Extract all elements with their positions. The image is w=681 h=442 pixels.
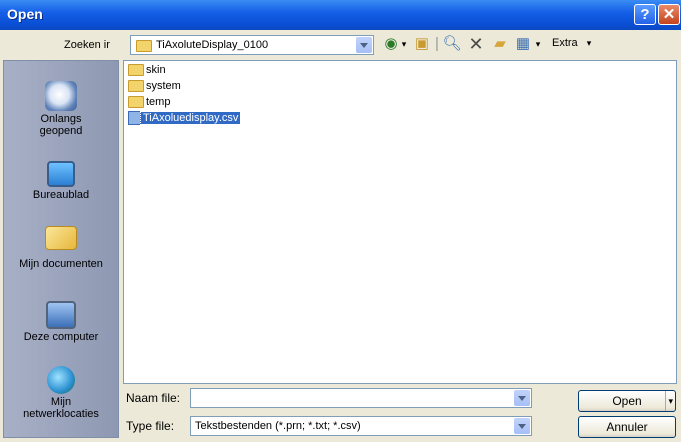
open-label: Open <box>612 394 642 408</box>
place-desktop[interactable]: Bureaublad <box>4 161 118 201</box>
file-name: system <box>146 80 181 92</box>
recent-icon <box>45 81 77 111</box>
place-documents[interactable]: Mijn documenten <box>4 226 118 270</box>
open-button[interactable]: Open ▾ <box>578 390 676 412</box>
delete-icon[interactable]: ✕ <box>466 33 486 55</box>
csv-file-icon <box>128 111 141 126</box>
filename-label: Naam file: <box>126 391 181 405</box>
list-item[interactable]: skin <box>128 63 168 77</box>
up-folder-icon[interactable]: ▣ <box>412 33 432 55</box>
folder-icon <box>128 80 144 93</box>
back-icon[interactable]: ◉ <box>382 33 400 55</box>
list-item[interactable]: system <box>128 79 183 93</box>
filetype-dropdown[interactable]: Tekstbestenden (*.prn; *.txt; *.csv) <box>190 416 532 436</box>
folder-icon <box>128 96 144 109</box>
place-label: Bureaublad <box>32 189 90 201</box>
lookin-dropdown[interactable]: TiAxoluteDisplay_0100 <box>130 35 374 55</box>
window-title: Open <box>7 6 43 22</box>
separator: | <box>435 35 439 52</box>
network-icon <box>47 366 75 394</box>
title-bar[interactable]: Open ? ✕ <box>0 0 681 30</box>
file-name: TiAxoluedisplay.csv <box>139 111 242 125</box>
cancel-button[interactable]: Annuler <box>578 416 676 438</box>
chevron-down-icon[interactable] <box>356 37 372 53</box>
open-dropdown-icon[interactable]: ▾ <box>665 391 673 411</box>
file-list[interactable]: skin system temp TiAxoluedisplay.csv <box>123 60 677 384</box>
folder-icon <box>136 40 152 52</box>
computer-icon <box>46 301 76 329</box>
chevron-down-icon[interactable] <box>514 418 530 434</box>
place-label: Deze computer <box>23 331 99 343</box>
filetype-value: Tekstbestenden (*.prn; *.txt; *.csv) <box>195 420 361 432</box>
place-computer[interactable]: Deze computer <box>4 301 118 343</box>
place-label: Mijn documenten <box>19 258 103 270</box>
place-recent[interactable]: Onlangs geopend <box>4 81 118 137</box>
file-name: temp <box>146 96 171 108</box>
list-item-selected[interactable]: TiAxoluedisplay.csv <box>128 111 242 126</box>
back-dropdown-icon[interactable]: ▾ <box>400 33 408 55</box>
filetype-label: Type file: <box>126 419 175 433</box>
lookin-value: TiAxoluteDisplay_0100 <box>156 39 269 51</box>
views-dropdown-icon[interactable]: ▾ <box>534 33 542 55</box>
help-icon[interactable]: ? <box>634 4 656 25</box>
file-name: skin <box>146 64 166 76</box>
place-label: Mijn netwerklocaties <box>23 396 99 420</box>
filename-input[interactable] <box>190 388 532 408</box>
extra-label: Extra <box>552 37 578 49</box>
lookin-label: Zoeken ir <box>64 39 110 51</box>
views-icon[interactable]: ▦ <box>514 33 532 55</box>
chevron-down-icon[interactable] <box>514 390 530 406</box>
places-bar: Onlangs geopend Bureaublad Mijn document… <box>3 60 119 438</box>
documents-icon <box>45 226 77 250</box>
desktop-icon <box>47 161 75 187</box>
search-web-icon[interactable]: 🔍︎ <box>442 33 462 55</box>
extra-menu[interactable]: Extra ▾ <box>552 37 591 49</box>
folder-icon <box>128 64 144 77</box>
place-network[interactable]: Mijn netwerklocaties <box>4 366 118 420</box>
close-icon[interactable]: ✕ <box>658 4 680 25</box>
extra-dropdown-icon: ▾ <box>586 38 592 48</box>
list-item[interactable]: temp <box>128 95 172 109</box>
place-label: Onlangs geopend <box>39 113 83 137</box>
new-folder-icon[interactable]: ▰ <box>490 33 510 55</box>
cancel-label: Annuler <box>606 420 648 434</box>
